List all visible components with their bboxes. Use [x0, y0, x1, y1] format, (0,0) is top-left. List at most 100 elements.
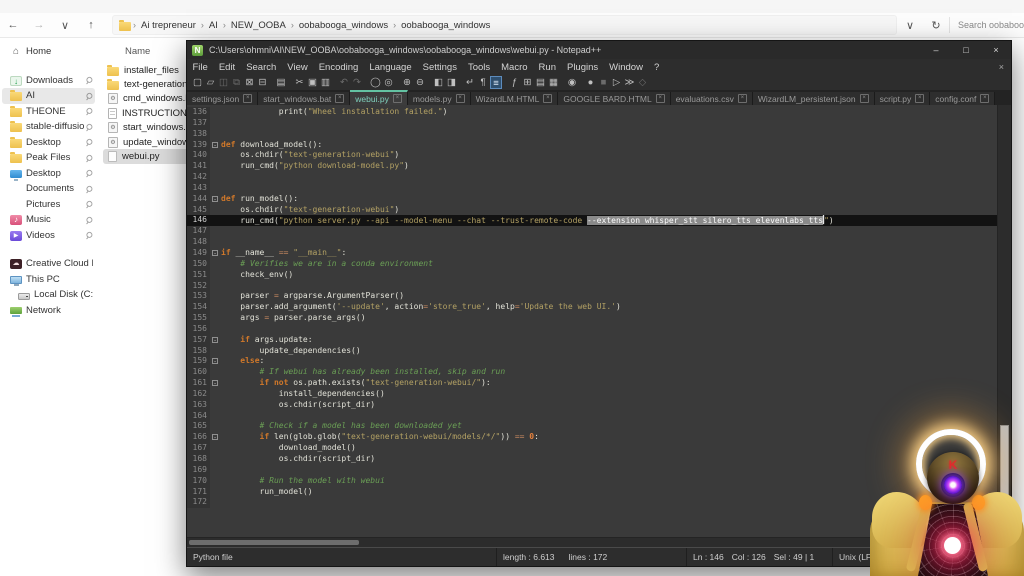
code-line[interactable]: 161- if not os.path.exists("text-generat…	[187, 378, 998, 389]
recent-locations-icon[interactable]: ∨	[52, 19, 78, 32]
breadcrumb-item[interactable]: Ai trepreneur	[138, 20, 199, 31]
code-line[interactable]: 136 print("Wheel installation failed.")	[187, 107, 998, 118]
code-line[interactable]: 151 check_env()	[187, 270, 998, 281]
code-line[interactable]: 155 args = parser.parse_args()	[187, 313, 998, 324]
sidebar-item-this-pc[interactable]: This PC	[2, 272, 95, 288]
code-line[interactable]: 153 parser = argparse.ArgumentParser()	[187, 291, 998, 302]
replace-icon[interactable]: ◎	[383, 76, 395, 89]
maximize-button[interactable]: □	[951, 45, 981, 55]
horizontal-scrollbar[interactable]	[187, 537, 1011, 547]
menu-edit[interactable]: Edit	[213, 62, 240, 73]
breadcrumb-item[interactable]: oobabooga_windows	[398, 20, 493, 31]
tab-settings-json[interactable]: settings.json×	[187, 92, 258, 105]
code-line[interactable]: 169	[187, 465, 998, 476]
tab-close-icon[interactable]: ×	[243, 94, 252, 103]
horizontal-scrollbar-thumb[interactable]	[189, 540, 359, 545]
code-line[interactable]: 157- if args.update:	[187, 335, 998, 346]
sync-vertical-scroll-icon[interactable]: ◧	[433, 76, 445, 89]
fold-collapse-icon[interactable]: -	[212, 358, 218, 364]
code-line[interactable]: 164	[187, 411, 998, 422]
tab-close-icon[interactable]: ×	[393, 94, 402, 103]
notepadpp-titlebar[interactable]: N C:\Users\ohmni\AI\NEW_OOBA\oobabooga_w…	[187, 41, 1011, 59]
save-icon[interactable]: ◫	[218, 76, 230, 89]
sidebar-item-documents[interactable]: Documents	[2, 181, 95, 197]
back-icon[interactable]: ←	[0, 19, 26, 31]
sidebar-item-peak-files[interactable]: Peak Files	[2, 150, 95, 166]
code-line[interactable]: 140 os.chdir("text-generation-webui")	[187, 150, 998, 161]
fold-collapse-icon[interactable]: -	[212, 380, 218, 386]
sidebar-item-music[interactable]: ♪Music	[2, 212, 95, 228]
code-line[interactable]: 159- else:	[187, 356, 998, 367]
code-line[interactable]: 168 os.chdir(script_dir)	[187, 454, 998, 465]
search-input[interactable]: Search oobaboog	[949, 17, 1024, 33]
find-icon[interactable]: ◯	[370, 76, 382, 89]
code-line[interactable]: 152	[187, 281, 998, 292]
code-area[interactable]: 136 print("Wheel installation failed.")1…	[187, 107, 998, 508]
tab-script-py[interactable]: script.py×	[875, 92, 931, 105]
code-line[interactable]: 166- if len(glob.glob("text-generation-w…	[187, 432, 998, 443]
redo-icon[interactable]: ↷	[351, 76, 363, 89]
code-line[interactable]: 158 update_dependencies()	[187, 346, 998, 357]
code-line[interactable]: 171 run_model()	[187, 487, 998, 498]
tab-wizardlm-html[interactable]: WizardLM.HTML×	[471, 92, 559, 105]
save-all-icon[interactable]: ⧉	[231, 76, 243, 89]
monitoring-icon[interactable]: ◉	[566, 76, 578, 89]
menu-macro[interactable]: Macro	[496, 62, 533, 73]
code-line[interactable]: 147	[187, 226, 998, 237]
refresh-icon[interactable]: ↻	[923, 19, 949, 32]
close-icon[interactable]: ⊠	[244, 76, 256, 89]
code-line[interactable]: 146 run_cmd("python server.py --api --mo…	[187, 215, 998, 226]
tab-close-icon[interactable]: ×	[335, 94, 344, 103]
sidebar-item-desktop[interactable]: Desktop	[2, 135, 95, 151]
code-line[interactable]: 162 install_dependencies()	[187, 389, 998, 400]
breadcrumb-item[interactable]: oobabooga_windows	[296, 20, 391, 31]
code-editor[interactable]: 136 print("Wheel installation failed.")1…	[187, 105, 1011, 537]
menu-settings[interactable]: Settings	[417, 62, 462, 73]
fold-collapse-icon[interactable]: -	[212, 142, 218, 148]
forward-icon[interactable]: →	[26, 19, 52, 31]
paste-icon[interactable]: ▥	[320, 76, 332, 89]
fold-collapse-icon[interactable]: -	[212, 250, 218, 256]
show-indent-guide-icon[interactable]: ≡	[490, 76, 502, 89]
copy-icon[interactable]: ▣	[307, 76, 319, 89]
fold-collapse-icon[interactable]: -	[212, 337, 218, 343]
tab-close-icon[interactable]: ×	[915, 94, 924, 103]
tab-close-icon[interactable]: ×	[980, 94, 989, 103]
file-row[interactable]: webui.py	[103, 149, 191, 163]
menu-tools[interactable]: Tools	[462, 62, 495, 73]
up-icon[interactable]: ↑	[78, 19, 104, 31]
stop-macro-icon[interactable]: ■	[598, 76, 610, 89]
code-line[interactable]: 167 download_model()	[187, 443, 998, 454]
code-line[interactable]: 150 # Verifies we are in a conda environ…	[187, 259, 998, 270]
document-map-icon[interactable]: ⊞	[522, 76, 534, 89]
save-macro-icon[interactable]: ◇	[637, 76, 649, 89]
folder-as-workspace-icon[interactable]: ▦	[548, 76, 560, 89]
menu-help[interactable]: ?	[648, 62, 664, 73]
menu-view[interactable]: View	[282, 62, 313, 73]
sidebar-item-local-disk-c-[interactable]: Local Disk (C:)	[2, 287, 95, 303]
sidebar-item-theone[interactable]: THEONE	[2, 104, 95, 120]
record-macro-icon[interactable]: ●	[585, 76, 597, 89]
code-line[interactable]: 148	[187, 237, 998, 248]
new-file-icon[interactable]: ▢	[192, 76, 204, 89]
print-icon[interactable]: ▤	[275, 76, 287, 89]
code-line[interactable]: 160 # If webui has already been installe…	[187, 367, 998, 378]
undo-icon[interactable]: ↶	[338, 76, 350, 89]
tab-start-windows-bat[interactable]: start_windows.bat×	[258, 92, 350, 105]
code-line[interactable]: 138	[187, 129, 998, 140]
menubar-close-icon[interactable]: ×	[992, 62, 1011, 72]
sidebar-item-network[interactable]: Network	[2, 303, 95, 319]
menu-file[interactable]: File	[187, 62, 213, 73]
code-line[interactable]: 145 os.chdir("text-generation-webui")	[187, 205, 998, 216]
sidebar-item-pictures[interactable]: Pictures	[2, 197, 95, 213]
run-macro-multiple-icon[interactable]: ≫	[624, 76, 636, 89]
open-file-icon[interactable]: ▱	[205, 76, 217, 89]
code-line[interactable]: 137	[187, 118, 998, 129]
function-list-icon[interactable]: ƒ	[509, 76, 521, 89]
fold-collapse-icon[interactable]: -	[212, 196, 218, 202]
address-dropdown-icon[interactable]: ∨	[897, 19, 923, 32]
sidebar-item-downloads[interactable]: ↓Downloads	[2, 73, 95, 89]
code-line[interactable]: 163 os.chdir(script_dir)	[187, 400, 998, 411]
tab-config-conf[interactable]: config.conf×	[930, 92, 995, 105]
code-line[interactable]: 170 # Run the model with webui	[187, 476, 998, 487]
